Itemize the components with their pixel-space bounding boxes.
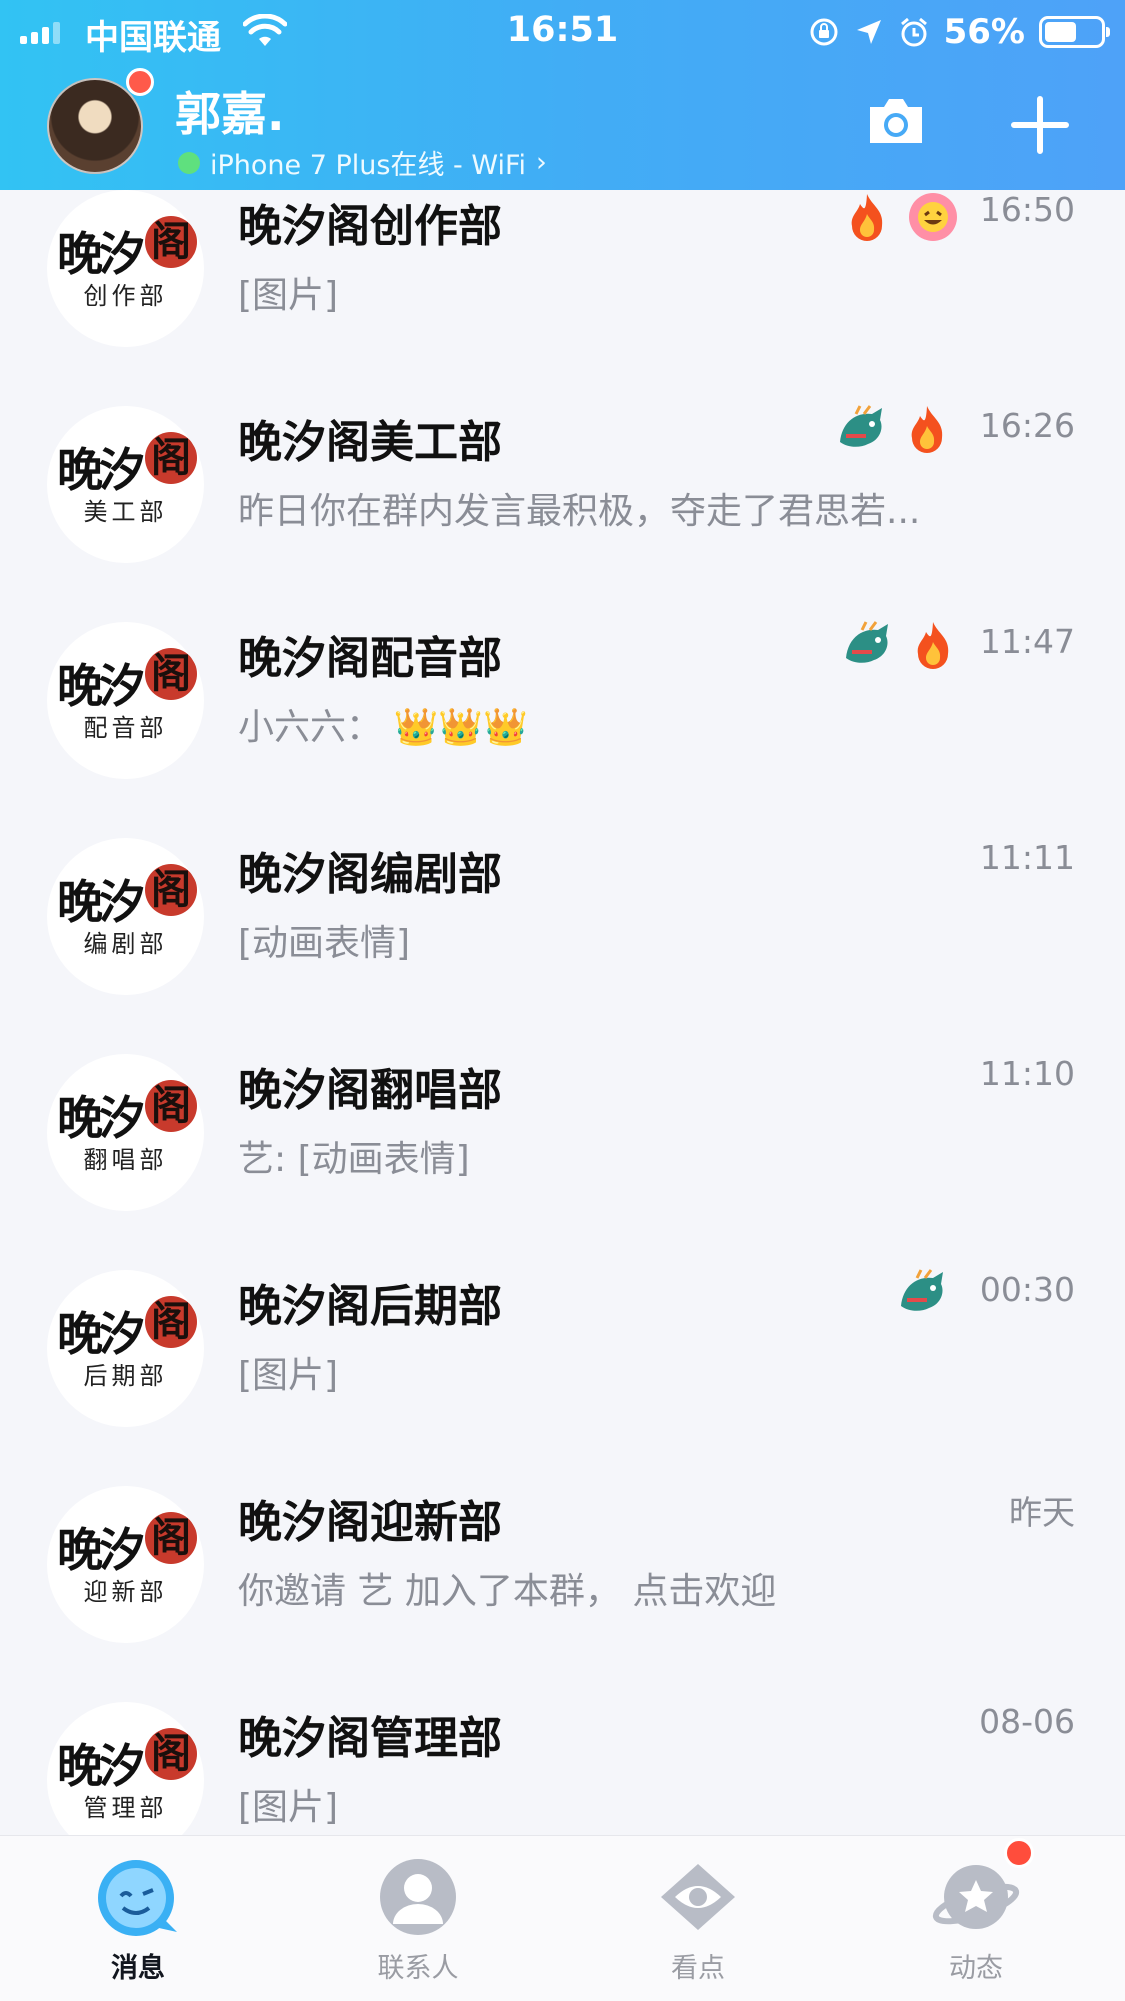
- fire-icon: [851, 194, 883, 241]
- chat-message: [动画表情]: [238, 923, 411, 964]
- chat-message: 你邀请 艺 加入了本群， 点击欢迎: [238, 1571, 777, 1612]
- user-avatar[interactable]: [47, 78, 143, 174]
- status-right: 56%: [808, 12, 1110, 52]
- chat-badges: [840, 618, 960, 672]
- chevron-right-icon: ›: [536, 147, 547, 178]
- fire-icon: [911, 406, 943, 453]
- tab-moments[interactable]: 动态: [886, 1852, 1066, 1985]
- group-avatar: 晚汐 阁 创作部: [47, 190, 204, 347]
- chat-time: 16:26: [979, 406, 1075, 445]
- planet-star-icon: [932, 1865, 1020, 1929]
- online-dot-icon: [178, 151, 200, 174]
- flower-smile-icon: [909, 193, 957, 241]
- battery-percent: 56%: [943, 12, 1025, 52]
- chat-name: 晚汐阁管理部: [238, 1713, 502, 1764]
- chat-message: [图片]: [238, 275, 339, 316]
- tab-label: 动态: [949, 1953, 1003, 1984]
- camera-icon[interactable]: [866, 95, 926, 147]
- fire-icon: [917, 622, 949, 669]
- chat-name: 晚汐阁后期部: [238, 1281, 502, 1332]
- chat-badges: [834, 402, 954, 456]
- header: 中国联通 16:51 56% 郭嘉. iPhone 7 Plus在线 - WiF…: [0, 0, 1125, 190]
- chat-row[interactable]: 晚汐 阁 创作部 晚汐阁创作部 [图片] 16:50: [0, 190, 1125, 390]
- tab-messages[interactable]: 消息: [48, 1852, 228, 1985]
- chat-message: [图片]: [238, 1355, 339, 1396]
- group-avatar: 晚汐 阁 迎新部: [47, 1486, 204, 1643]
- tab-label: 看点: [671, 1953, 725, 1984]
- dragon-icon: [840, 405, 882, 447]
- plus-icon[interactable]: [1010, 95, 1070, 155]
- group-avatar: 晚汐 阁 后期部: [47, 1270, 204, 1427]
- person-icon: [380, 1859, 456, 1935]
- tab-bar: 消息 联系人 看点 动态: [0, 1835, 1125, 2001]
- group-avatar: 晚汐 阁 美工部: [47, 406, 204, 563]
- group-avatar: 晚汐 阁 配音部: [47, 622, 204, 779]
- moments-notification-dot: [1004, 1838, 1034, 1868]
- chat-message: 艺: [动画表情]: [238, 1139, 470, 1180]
- chat-time: 00:30: [979, 1270, 1075, 1309]
- battery-icon: [1039, 16, 1110, 48]
- chat-name: 晚汐阁配音部: [238, 633, 502, 684]
- chat-time: 16:50: [979, 190, 1075, 229]
- username[interactable]: 郭嘉.: [175, 78, 284, 144]
- chat-message: [图片]: [238, 1787, 339, 1828]
- dragon-icon: [901, 1269, 943, 1311]
- chat-time: 08-06: [979, 1702, 1075, 1741]
- chat-badges: [840, 190, 960, 244]
- chat-name: 晚汐阁创作部: [238, 201, 502, 252]
- chat-name: 晚汐阁美工部: [238, 417, 502, 468]
- chat-time: 11:10: [979, 1054, 1075, 1093]
- group-avatar: 晚汐 阁 管理部: [47, 1702, 204, 1835]
- penguin-icon: [98, 1860, 177, 1936]
- chat-message: 昨日你在群内发言最积极，夺走了君思若...: [238, 491, 921, 532]
- chat-name: 晚汐阁迎新部: [238, 1497, 502, 1548]
- chat-row[interactable]: 晚汐 阁 后期部 晚汐阁后期部 [图片] 00:30: [0, 1254, 1125, 1470]
- rotation-lock-icon: [810, 18, 838, 46]
- eye-icon: [661, 1864, 735, 1930]
- location-icon: [856, 20, 881, 44]
- chat-time: 11:47: [979, 622, 1075, 661]
- dragon-icon: [846, 621, 888, 663]
- chat-message: 小六六： 👑👑👑: [238, 707, 528, 748]
- group-avatar: 晚汐 阁 编剧部: [47, 838, 204, 995]
- alarm-icon: [900, 17, 927, 47]
- chat-name: 晚汐阁翻唱部: [238, 1065, 502, 1116]
- chat-list[interactable]: 晚汐 阁 创作部 晚汐阁创作部 [图片] 16:50 晚汐 阁 美工部 晚汐阁美…: [0, 190, 1125, 1835]
- chat-badges: [895, 1266, 949, 1320]
- chat-time: 11:11: [979, 838, 1075, 877]
- chat-time: 昨天: [1009, 1493, 1075, 1532]
- device-status-text: iPhone 7 Plus在线 - WiFi: [210, 150, 527, 181]
- chat-row[interactable]: 晚汐 阁 管理部 晚汐阁管理部 [图片] 08-06: [0, 1686, 1125, 1835]
- chat-row[interactable]: 晚汐 阁 配音部 晚汐阁配音部 小六六： 👑👑👑 11:47: [0, 606, 1125, 822]
- group-avatar: 晚汐 阁 翻唱部: [47, 1054, 204, 1211]
- avatar-notification-dot: [126, 68, 154, 96]
- tab-label: 消息: [111, 1953, 165, 1984]
- chat-row[interactable]: 晚汐 阁 编剧部 晚汐阁编剧部 [动画表情] 11:11: [0, 822, 1125, 1038]
- tab-discover[interactable]: 看点: [608, 1852, 788, 1985]
- status-bar: 中国联通 16:51 56%: [0, 0, 1125, 62]
- chat-row[interactable]: 晚汐 阁 翻唱部 晚汐阁翻唱部 艺: [动画表情] 11:10: [0, 1038, 1125, 1254]
- chat-name: 晚汐阁编剧部: [238, 849, 502, 900]
- chat-row[interactable]: 晚汐 阁 迎新部 晚汐阁迎新部 你邀请 艺 加入了本群， 点击欢迎 昨天: [0, 1470, 1125, 1686]
- chat-row[interactable]: 晚汐 阁 美工部 晚汐阁美工部 昨日你在群内发言最积极，夺走了君思若... 16…: [0, 390, 1125, 606]
- tab-contacts[interactable]: 联系人: [328, 1852, 508, 1985]
- device-status[interactable]: iPhone 7 Plus在线 - WiFi ›: [178, 143, 547, 182]
- tab-label: 联系人: [377, 1953, 459, 1984]
